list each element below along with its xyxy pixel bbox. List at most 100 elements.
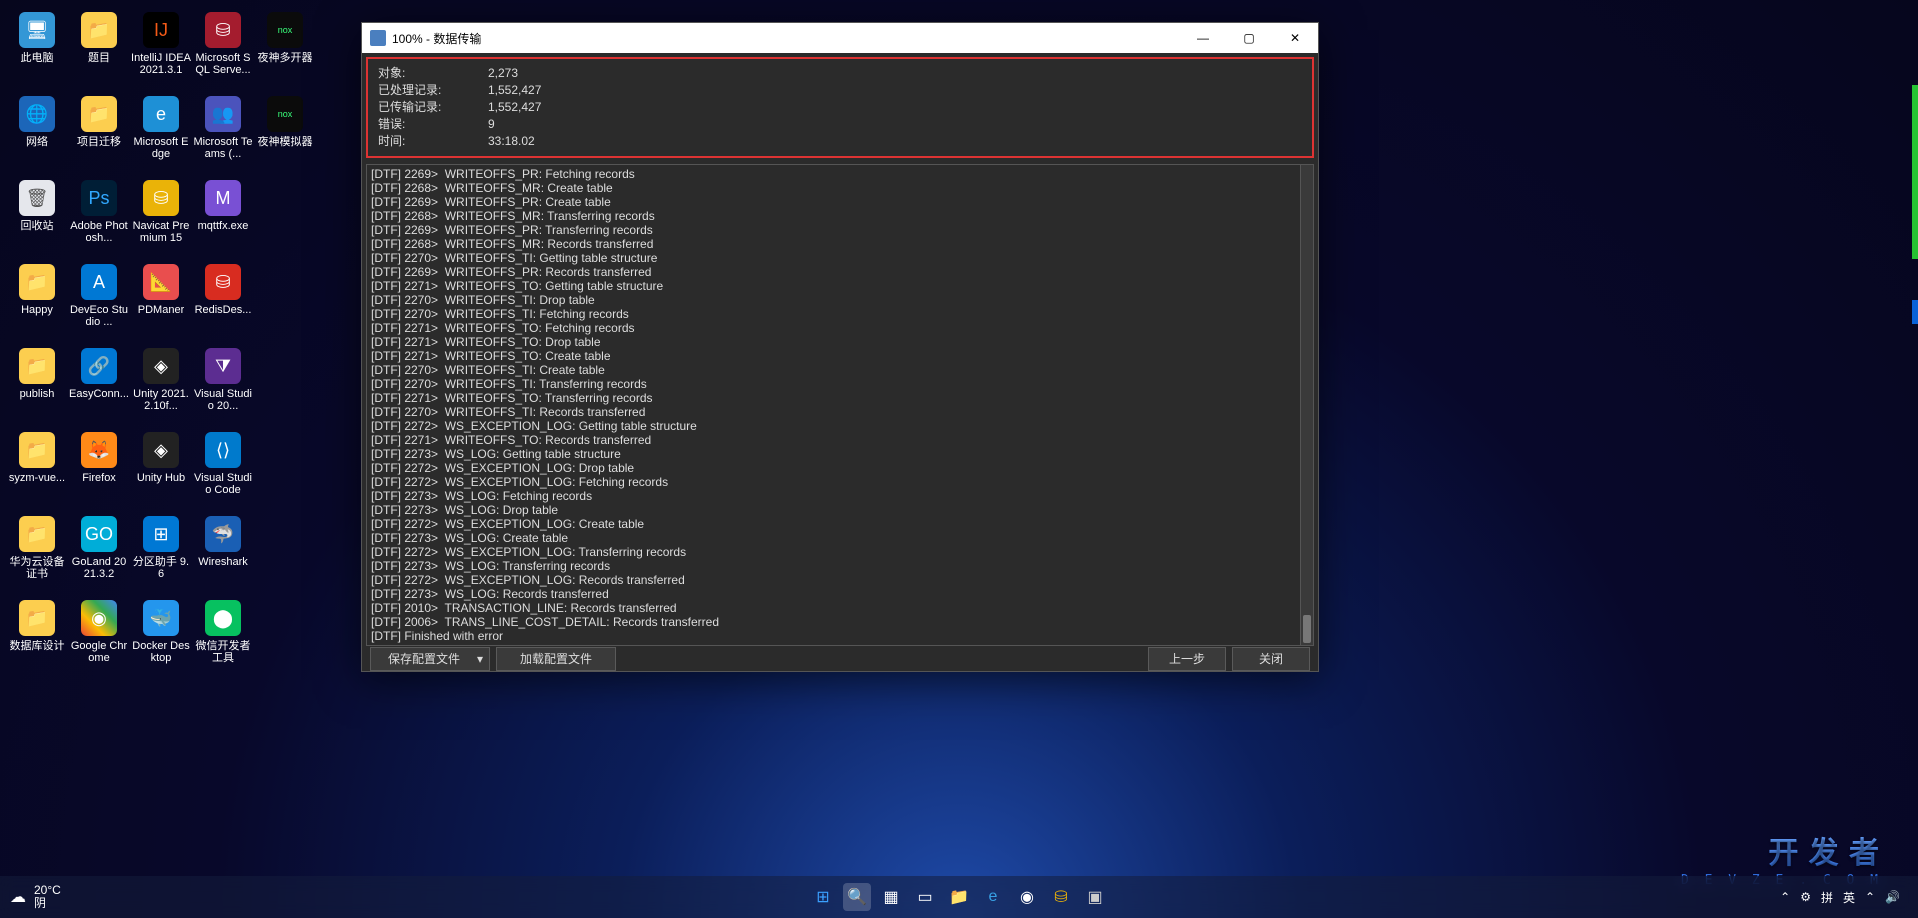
task-view-button[interactable]: ▦ [877,883,905,911]
watermark-text: 开 发 者 [1768,828,1880,872]
app-icon: 🗑 [19,180,55,216]
search-button[interactable]: 🔍 [843,883,871,911]
time-label: 时间: [378,133,488,150]
desktop-icon-label: Microsoft Edge [131,136,191,160]
weather-widget[interactable]: 20°C 阴 [34,884,61,910]
taskbar-left[interactable]: ☁ 20°C 阴 [0,884,61,910]
window-title: 100% - 数据传输 [392,30,481,47]
ime-indicator[interactable]: 拼 [1821,889,1833,906]
app-icon: 🦈 [205,516,241,552]
minimize-button[interactable]: — [1180,23,1226,53]
desktop-icon[interactable]: nox夜神多开器 [254,8,316,92]
widgets-button[interactable]: ▭ [911,883,939,911]
edge-taskbar-icon[interactable]: e [979,883,1007,911]
desktop-icon[interactable]: 📁publish [6,344,68,428]
app-icon: 🦊 [81,432,117,468]
network-icon[interactable]: ⌃ [1865,890,1875,904]
objects-value: 2,273 [488,65,518,82]
app-icon: 📁 [81,12,117,48]
tray-icons[interactable]: ⚙ [1800,890,1811,904]
tray-icon[interactable]: ⚙ [1800,890,1811,904]
desktop-icon[interactable]: 📁syzm-vue... [6,428,68,512]
app-icon: 🌐 [19,96,55,132]
app-icon: ⟨⟩ [205,432,241,468]
desktop-icon-label: 夜神多开器 [258,52,313,64]
desktop-icon-label: Microsoft SQL Serve... [193,52,253,76]
taskbar-right: ⌃ ⚙ 拼 英 ⌃ 🔊 [1780,889,1918,906]
maximize-button[interactable]: ▢ [1226,23,1272,53]
app-icon: ◈ [143,432,179,468]
desktop-icon[interactable]: 🖥此电脑 [6,8,68,92]
app-taskbar-icon[interactable]: ▣ [1081,883,1109,911]
desktop-icon[interactable]: 🦈Wireshark [192,512,254,596]
scrollbar[interactable] [1300,164,1314,646]
tray-chevron-icon[interactable]: ⌃ [1780,890,1790,904]
desktop-icon[interactable]: 📐PDManer [130,260,192,344]
processed-label: 已处理记录: [378,82,488,99]
data-transfer-dialog: 100% - 数据传输 — ▢ ✕ 对象:2,273 已处理记录:1,552,4… [361,22,1319,672]
taskbar-center: ⊞ 🔍 ▦ ▭ 📁 e ◉ ⛁ ▣ [809,883,1109,911]
transferred-label: 已传输记录: [378,99,488,116]
desktop-icon[interactable]: ⛁RedisDes... [192,260,254,344]
desktop-icon[interactable]: ◉Google Chrome [68,596,130,680]
start-button[interactable]: ⊞ [809,883,837,911]
desktop-icon-label: 华为云设备证书 [7,556,67,580]
desktop-icon[interactable]: ⟨⟩Visual Studio Code [192,428,254,512]
scrollbar-thumb[interactable] [1303,615,1311,643]
desktop-icon[interactable]: ⛁Navicat Premium 15 [130,176,192,260]
desktop-icon[interactable]: GOGoLand 2021.3.2 [68,512,130,596]
desktop-icon[interactable]: 📁华为云设备证书 [6,512,68,596]
desktop-icon[interactable]: 📁 题目 [68,8,130,92]
desktop-icon[interactable]: ⊞分区助手 9.6 [130,512,192,596]
desktop-icon-label: Microsoft Teams (... [193,136,253,160]
load-config-button[interactable]: 加载配置文件 [496,647,616,671]
transferred-value: 1,552,427 [488,99,541,116]
desktop-icon[interactable]: PsAdobe Photosh... [68,176,130,260]
app-icon: 🐳 [143,600,179,636]
desktop-icon[interactable]: ADevEco Studio ... [68,260,130,344]
desktop-icon[interactable]: ◈ Unity Hub [130,428,192,512]
desktop-icon-label: 微信开发者工具 [193,640,253,664]
desktop-icon[interactable]: 🦊 Firefox [68,428,130,512]
chrome-taskbar-icon[interactable]: ◉ [1013,883,1041,911]
desktop-icon[interactable]: 🗑回收站 [6,176,68,260]
desktop-icon-label: Happy [21,304,53,316]
desktop-icon[interactable]: e Microsoft Edge [130,92,192,176]
desktop-icon[interactable]: 📁数据库设计 [6,596,68,680]
desktop-icon[interactable]: 👥Microsoft Teams (... [192,92,254,176]
desktop-icon[interactable]: IJIntelliJ IDEA 2021.3.1 [130,8,192,92]
close-button[interactable]: 关闭 [1232,647,1310,671]
desktop-icon[interactable]: ⧩Visual Studio 20... [192,344,254,428]
app-icon: e [143,96,179,132]
desktop-icon[interactable]: ⛁Microsoft SQL Serve... [192,8,254,92]
desktop-icon-label: Firefox [82,472,116,484]
lang-indicator[interactable]: 英 [1843,889,1855,906]
desktop-icon-label: 题目 [88,52,110,64]
navicat-taskbar-icon[interactable]: ⛁ [1047,883,1075,911]
desktop-icon[interactable]: 🐳Docker Desktop [130,596,192,680]
close-window-button[interactable]: ✕ [1272,23,1318,53]
desktop-icon[interactable]: ⬤微信开发者工具 [192,596,254,680]
save-config-button[interactable]: 保存配置文件 ▾ [370,647,490,671]
desktop-icon[interactable]: 📁项目迁移 [68,92,130,176]
desktop-icon-label: syzm-vue... [9,472,65,484]
log-output[interactable]: [DTF] 2269> WRITEOFFS_PR: Fetching recor… [366,164,1314,646]
app-icon: ◉ [81,600,117,636]
app-icon: ⊞ [143,516,179,552]
desktop-icon-label: Unity Hub [137,472,185,484]
titlebar[interactable]: 100% - 数据传输 — ▢ ✕ [362,23,1318,53]
app-icon: 📁 [19,264,55,300]
desktop-icon[interactable]: nox夜神模拟器 [254,92,316,176]
desktop-icon[interactable]: 📁 Happy [6,260,68,344]
sound-icon[interactable]: 🔊 [1885,890,1900,904]
errors-label: 错误: [378,116,488,133]
desktop-icon[interactable]: 🔗EasyConn... [68,344,130,428]
desktop-icon[interactable]: ◈Unity 2021.2.10f... [130,344,192,428]
desktop-icon[interactable]: 🌐网络 [6,92,68,176]
explorer-icon[interactable]: 📁 [945,883,973,911]
desktop-icon-label: mqttfx.exe [198,220,249,232]
prev-button[interactable]: 上一步 [1148,647,1226,671]
desktop-icon-label: Adobe Photosh... [69,220,129,244]
desktop-icon[interactable]: Mmqttfx.exe [192,176,254,260]
dialog-footer: 保存配置文件 ▾ 加载配置文件 上一步 关闭 [362,646,1318,671]
